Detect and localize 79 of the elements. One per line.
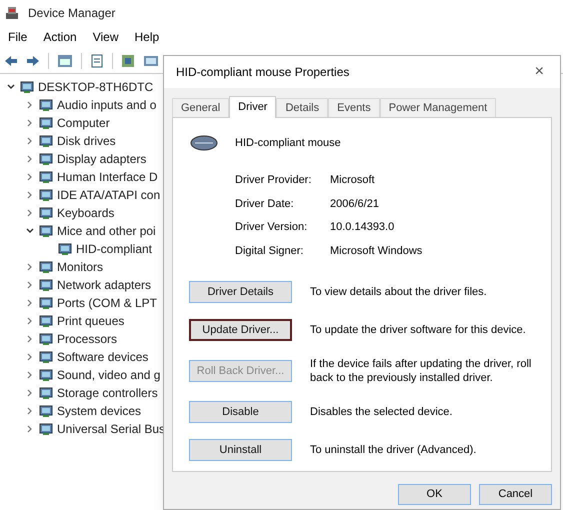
device-icon xyxy=(39,314,53,328)
property-value: 2006/6/21 xyxy=(330,196,379,212)
device-icon xyxy=(39,260,53,274)
tree-item[interactable]: DESKTOP-8TH6DTC xyxy=(38,78,154,96)
close-button[interactable]: × xyxy=(530,60,548,84)
device-icon xyxy=(39,422,53,436)
window-title: Device Manager xyxy=(28,5,116,22)
tree-item[interactable]: IDE ATA/ATAPI con xyxy=(57,186,160,204)
tree-item[interactable]: Ports (COM & LPT xyxy=(57,294,158,312)
dialog-title: HID-compliant mouse Properties xyxy=(176,64,350,81)
device-name: HID-compliant mouse xyxy=(235,136,341,151)
device-icon xyxy=(39,134,53,148)
action-description: To view details about the driver files. xyxy=(310,285,487,299)
device-icon xyxy=(39,296,53,310)
property-label: Driver Provider: xyxy=(235,173,312,188)
tree-item[interactable]: Network adapters xyxy=(57,276,152,294)
tree-item[interactable]: HID-compliant xyxy=(76,240,152,258)
document-icon[interactable] xyxy=(90,54,104,68)
back-arrow-icon[interactable] xyxy=(4,54,18,66)
action-button[interactable]: Disable xyxy=(189,401,292,423)
property-value: Microsoft Windows xyxy=(330,244,422,258)
tree-item[interactable]: Software devices xyxy=(57,348,148,366)
mouse-icon xyxy=(189,134,219,152)
tree-item[interactable]: System devices xyxy=(57,402,142,420)
tree-item[interactable]: Print queues xyxy=(57,312,124,330)
menu-item[interactable]: Help xyxy=(134,28,160,46)
device-icon xyxy=(39,368,53,382)
tab[interactable]: Power Management xyxy=(380,98,496,117)
device-icon xyxy=(39,386,53,400)
tree-item[interactable]: Processors xyxy=(57,330,118,348)
tab[interactable]: General xyxy=(172,98,230,117)
tree-item[interactable]: Keyboards xyxy=(57,204,114,222)
tree-item[interactable]: Audio inputs and o xyxy=(57,96,156,114)
action-description: To update the driver software for this device. xyxy=(310,323,526,337)
device-icon xyxy=(39,98,53,112)
property-value: Microsoft xyxy=(330,173,375,188)
tree-item[interactable]: Storage controllers xyxy=(57,384,158,402)
action-button[interactable]: Update Driver... xyxy=(189,319,292,341)
action-button[interactable]: Uninstall xyxy=(189,439,292,461)
device-icon xyxy=(39,116,53,130)
tab[interactable]: Driver xyxy=(229,96,276,118)
action-description: Disables the selected device. xyxy=(310,405,452,419)
device-icon xyxy=(58,242,72,256)
device-icon xyxy=(20,80,34,94)
menu-item[interactable]: Action xyxy=(43,28,77,46)
tree-item[interactable]: Disk drives xyxy=(57,132,116,150)
menu-item[interactable]: File xyxy=(8,28,28,46)
device-icon xyxy=(39,206,53,220)
tree-item[interactable]: Human Interface D xyxy=(57,168,158,186)
tab[interactable]: Events xyxy=(328,98,380,117)
device-icon xyxy=(39,350,53,364)
tree-item[interactable]: Display adapters xyxy=(57,150,146,168)
property-label: Driver Date: xyxy=(235,196,295,212)
property-label: Digital Signer: xyxy=(235,244,304,258)
dialog-button[interactable]: Cancel xyxy=(479,484,552,505)
device-icon xyxy=(39,404,53,418)
properties-icon[interactable] xyxy=(57,54,73,68)
menu-item[interactable]: View xyxy=(92,28,118,46)
monitor-icon[interactable] xyxy=(143,54,159,68)
tree-item[interactable]: Computer xyxy=(57,114,110,132)
device-icon xyxy=(39,278,53,292)
scan-hardware-icon[interactable] xyxy=(121,54,135,68)
tree-item[interactable]: Mice and other poi xyxy=(57,222,156,240)
device-icon xyxy=(39,152,53,166)
device-icon xyxy=(39,332,53,346)
action-button[interactable]: Driver Details xyxy=(189,281,292,303)
tab[interactable]: Details xyxy=(276,98,328,117)
forward-arrow-icon[interactable] xyxy=(26,54,40,66)
device-icon xyxy=(39,188,53,202)
tree-item[interactable]: Sound, video and g xyxy=(57,366,160,384)
action-description: To uninstall the driver (Advanced). xyxy=(310,443,476,457)
app-icon xyxy=(4,5,20,21)
property-value: 10.0.14393.0 xyxy=(330,220,394,235)
dialog-button[interactable]: OK xyxy=(398,484,471,505)
action-description: If the device fails after updating the driver, roll back to the previously installed driver. xyxy=(310,357,532,385)
tree-item[interactable]: Monitors xyxy=(57,258,104,276)
device-icon xyxy=(39,224,53,238)
property-label: Driver Version: xyxy=(235,220,308,235)
device-icon xyxy=(39,170,53,184)
